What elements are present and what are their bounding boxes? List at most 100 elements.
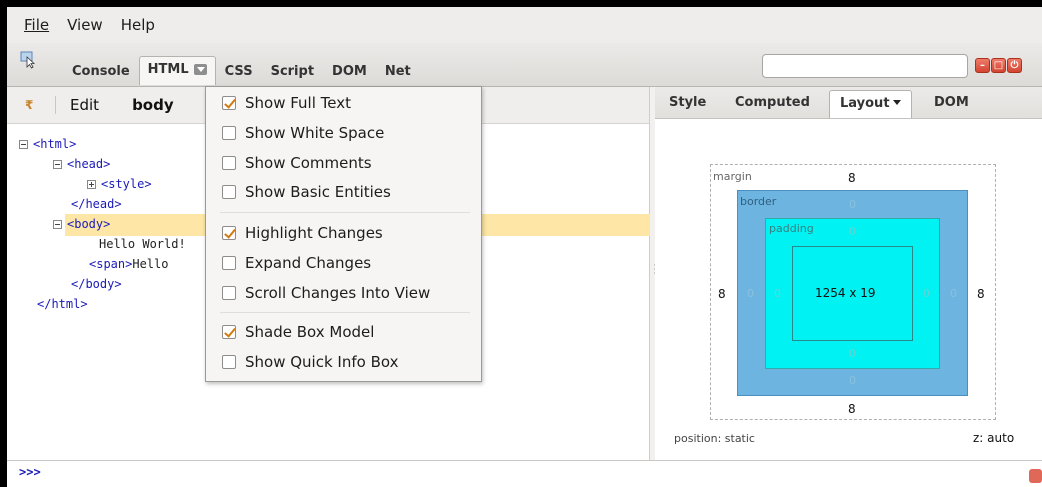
expand-icon[interactable] bbox=[87, 180, 96, 189]
tag-head: <head> bbox=[67, 157, 111, 171]
menu-view[interactable]: View bbox=[60, 12, 110, 38]
tab-html-label: HTML bbox=[147, 62, 189, 77]
break-on-mutate-icon[interactable]: ₹ bbox=[25, 98, 41, 112]
padding-top-value[interactable]: 0 bbox=[849, 225, 856, 238]
menu-item-expand-changes[interactable]: Expand Changes bbox=[206, 249, 481, 277]
tree-row-style[interactable]: <style> bbox=[87, 174, 152, 194]
border-left-value[interactable]: 0 bbox=[747, 287, 754, 300]
tab-dom[interactable]: DOM bbox=[323, 59, 376, 85]
padding-right-value[interactable]: 0 bbox=[923, 287, 930, 300]
search-input[interactable] bbox=[762, 54, 968, 78]
menu-item-show-comments[interactable]: Show Comments bbox=[206, 149, 481, 177]
firebug-window: File View Help Console HTML CSS Script D… bbox=[7, 7, 1042, 487]
checkbox-icon bbox=[222, 325, 236, 339]
checkbox-icon bbox=[222, 96, 236, 110]
tree-row-span[interactable]: <span>Hello bbox=[89, 254, 168, 274]
tag-span: <span> bbox=[89, 257, 133, 271]
panel-tabs: Console HTML CSS Script DOM Net bbox=[63, 56, 420, 85]
border-right-value[interactable]: 0 bbox=[950, 287, 957, 300]
border-top-value[interactable]: 0 bbox=[849, 198, 856, 211]
html-options-menu: Show Full Text Show White Space Show Com… bbox=[205, 86, 482, 382]
margin-left-value[interactable]: 8 bbox=[718, 287, 726, 301]
margin-top-value[interactable]: 8 bbox=[848, 171, 856, 185]
margin-label: margin bbox=[713, 170, 752, 183]
detach-icon[interactable]: □ bbox=[991, 58, 1006, 73]
menu-file-label: File bbox=[24, 16, 50, 34]
minimize-icon[interactable]: – bbox=[975, 58, 990, 73]
tag-html: <html> bbox=[33, 137, 77, 151]
tab-layout-label: Layout bbox=[840, 96, 890, 111]
inspect-icon[interactable] bbox=[20, 51, 38, 69]
tree-row-text[interactable]: Hello World! bbox=[99, 234, 186, 254]
tab-css[interactable]: CSS bbox=[216, 59, 262, 85]
padding-label: padding bbox=[769, 222, 814, 235]
tab-dom-side[interactable]: DOM bbox=[934, 95, 969, 110]
tree-row-head[interactable]: <head> bbox=[53, 154, 110, 174]
z-index-info: z: auto bbox=[973, 431, 1015, 445]
menu-item-label: Expand Changes bbox=[245, 254, 372, 272]
chevron-down-icon[interactable] bbox=[193, 64, 207, 75]
menu-help[interactable]: Help bbox=[114, 12, 162, 38]
border-label: border bbox=[740, 195, 777, 208]
tree-row-body[interactable]: <body> bbox=[53, 214, 110, 234]
menu-item-show-white-space[interactable]: Show White Space bbox=[206, 119, 481, 147]
collapse-icon[interactable] bbox=[53, 220, 62, 229]
command-line[interactable]: >>> bbox=[7, 460, 1042, 487]
command-prompt: >>> bbox=[19, 465, 41, 479]
chevron-down-icon bbox=[892, 100, 901, 105]
tab-html[interactable]: HTML bbox=[138, 56, 216, 85]
checkbox-icon bbox=[222, 156, 236, 170]
tag-body: <body> bbox=[67, 217, 111, 231]
padding-bottom-value[interactable]: 0 bbox=[849, 347, 856, 360]
side-panel: Style Computed Layout DOM margin 8 8 8 8… bbox=[655, 87, 1042, 460]
tag-html-close: </html> bbox=[37, 297, 88, 311]
tab-computed[interactable]: Computed bbox=[735, 95, 810, 110]
close-icon[interactable]: ⏻ bbox=[1007, 58, 1022, 73]
margin-bottom-value[interactable]: 8 bbox=[848, 402, 856, 416]
collapse-icon[interactable] bbox=[19, 140, 28, 149]
checkbox-icon bbox=[222, 185, 236, 199]
menu-separator bbox=[220, 212, 470, 213]
checkbox-icon bbox=[222, 286, 236, 300]
text-node: Hello World! bbox=[99, 237, 186, 251]
menu-item-label: Scroll Changes Into View bbox=[245, 284, 431, 302]
window-buttons: – □ ⏻ bbox=[975, 58, 1022, 73]
menu-item-label: Show Comments bbox=[245, 154, 372, 172]
menu-item-show-basic-entities[interactable]: Show Basic Entities bbox=[206, 178, 481, 206]
collapse-icon[interactable] bbox=[53, 160, 62, 169]
menubar: File View Help bbox=[7, 7, 1042, 43]
menu-item-highlight-changes[interactable]: Highlight Changes bbox=[206, 219, 481, 247]
menu-item-show-quick-info-box[interactable]: Show Quick Info Box bbox=[206, 348, 481, 376]
border-bottom-value[interactable]: 0 bbox=[849, 374, 856, 387]
tree-row-head-close: </head> bbox=[71, 194, 122, 214]
padding-left-value[interactable]: 0 bbox=[774, 287, 781, 300]
menu-item-shade-box-model[interactable]: Shade Box Model bbox=[206, 318, 481, 346]
tab-layout[interactable]: Layout bbox=[829, 90, 912, 118]
tab-script[interactable]: Script bbox=[262, 59, 323, 85]
menu-item-label: Highlight Changes bbox=[245, 224, 383, 242]
tree-row-html-close: </html> bbox=[37, 294, 88, 314]
toolbar-divider bbox=[55, 96, 56, 114]
edit-button[interactable]: Edit bbox=[70, 96, 99, 114]
span-text: Hello bbox=[132, 257, 169, 271]
tab-net[interactable]: Net bbox=[376, 59, 420, 85]
tree-row-html[interactable]: <html> bbox=[19, 134, 76, 154]
menu-item-label: Show Quick Info Box bbox=[245, 353, 399, 371]
tag-body-close: </body> bbox=[71, 277, 122, 291]
breadcrumb[interactable]: body bbox=[132, 96, 174, 114]
checkbox-icon bbox=[222, 126, 236, 140]
side-panel-tabs: Style Computed Layout DOM bbox=[655, 87, 1042, 119]
toolbar: Console HTML CSS Script DOM Net – □ ⏻ bbox=[7, 43, 1042, 87]
margin-right-value[interactable]: 8 bbox=[977, 287, 985, 301]
expand-command-icon[interactable] bbox=[1029, 469, 1042, 483]
tag-style: <style> bbox=[101, 177, 152, 191]
content-size[interactable]: 1254 x 19 bbox=[815, 286, 876, 300]
tab-style[interactable]: Style bbox=[669, 95, 706, 110]
menu-item-scroll-changes-into-view[interactable]: Scroll Changes Into View bbox=[206, 279, 481, 307]
checkbox-icon bbox=[222, 355, 236, 369]
menu-separator bbox=[220, 312, 470, 313]
checkbox-icon bbox=[222, 226, 236, 240]
tab-console[interactable]: Console bbox=[63, 59, 139, 85]
menu-item-show-full-text[interactable]: Show Full Text bbox=[206, 89, 481, 117]
menu-file[interactable]: File bbox=[17, 12, 56, 38]
